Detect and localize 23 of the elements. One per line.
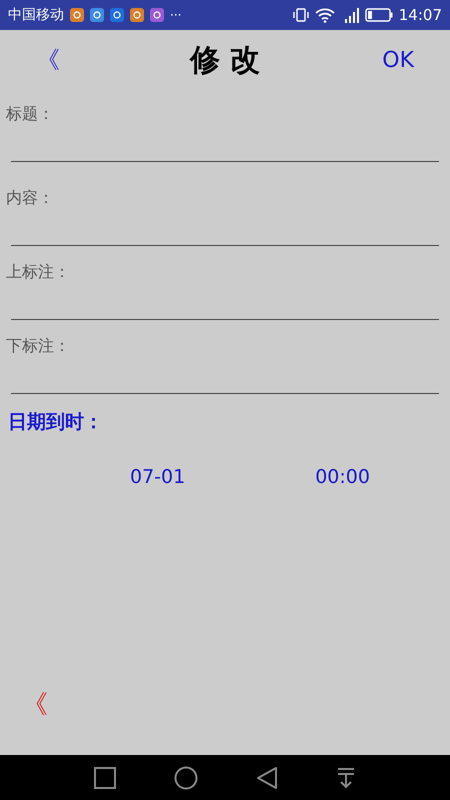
- wifi-icon: [314, 7, 335, 23]
- vibrate-icon: [292, 7, 309, 23]
- date-picker[interactable]: 07-01: [130, 462, 186, 491]
- app-icon: [130, 8, 144, 22]
- field-label: 内容：: [5, 187, 55, 209]
- back-button[interactable]: 《: [36, 42, 76, 78]
- more-notifications: ···: [170, 7, 182, 24]
- back-button[interactable]: 《: [22, 686, 48, 725]
- page-title: 修 改: [188, 42, 262, 80]
- home-icon[interactable]: [174, 766, 198, 790]
- carrier-name: 中国移动: [8, 6, 64, 24]
- due-date-label: 日期到时：: [7, 410, 104, 435]
- back-icon[interactable]: [256, 766, 278, 790]
- clock-time: 14:07: [398, 4, 442, 26]
- field-label: 下标注：: [5, 335, 71, 357]
- time-picker[interactable]: 00:00: [315, 462, 370, 491]
- app-icon: [70, 8, 84, 22]
- recents-icon[interactable]: [94, 766, 116, 788]
- ok-button[interactable]: OK: [374, 44, 414, 76]
- field-label: 上标注：: [5, 261, 71, 283]
- battery-icon: [364, 8, 393, 22]
- pull-down-icon[interactable]: [336, 766, 356, 788]
- field-label: 标题：: [5, 103, 55, 125]
